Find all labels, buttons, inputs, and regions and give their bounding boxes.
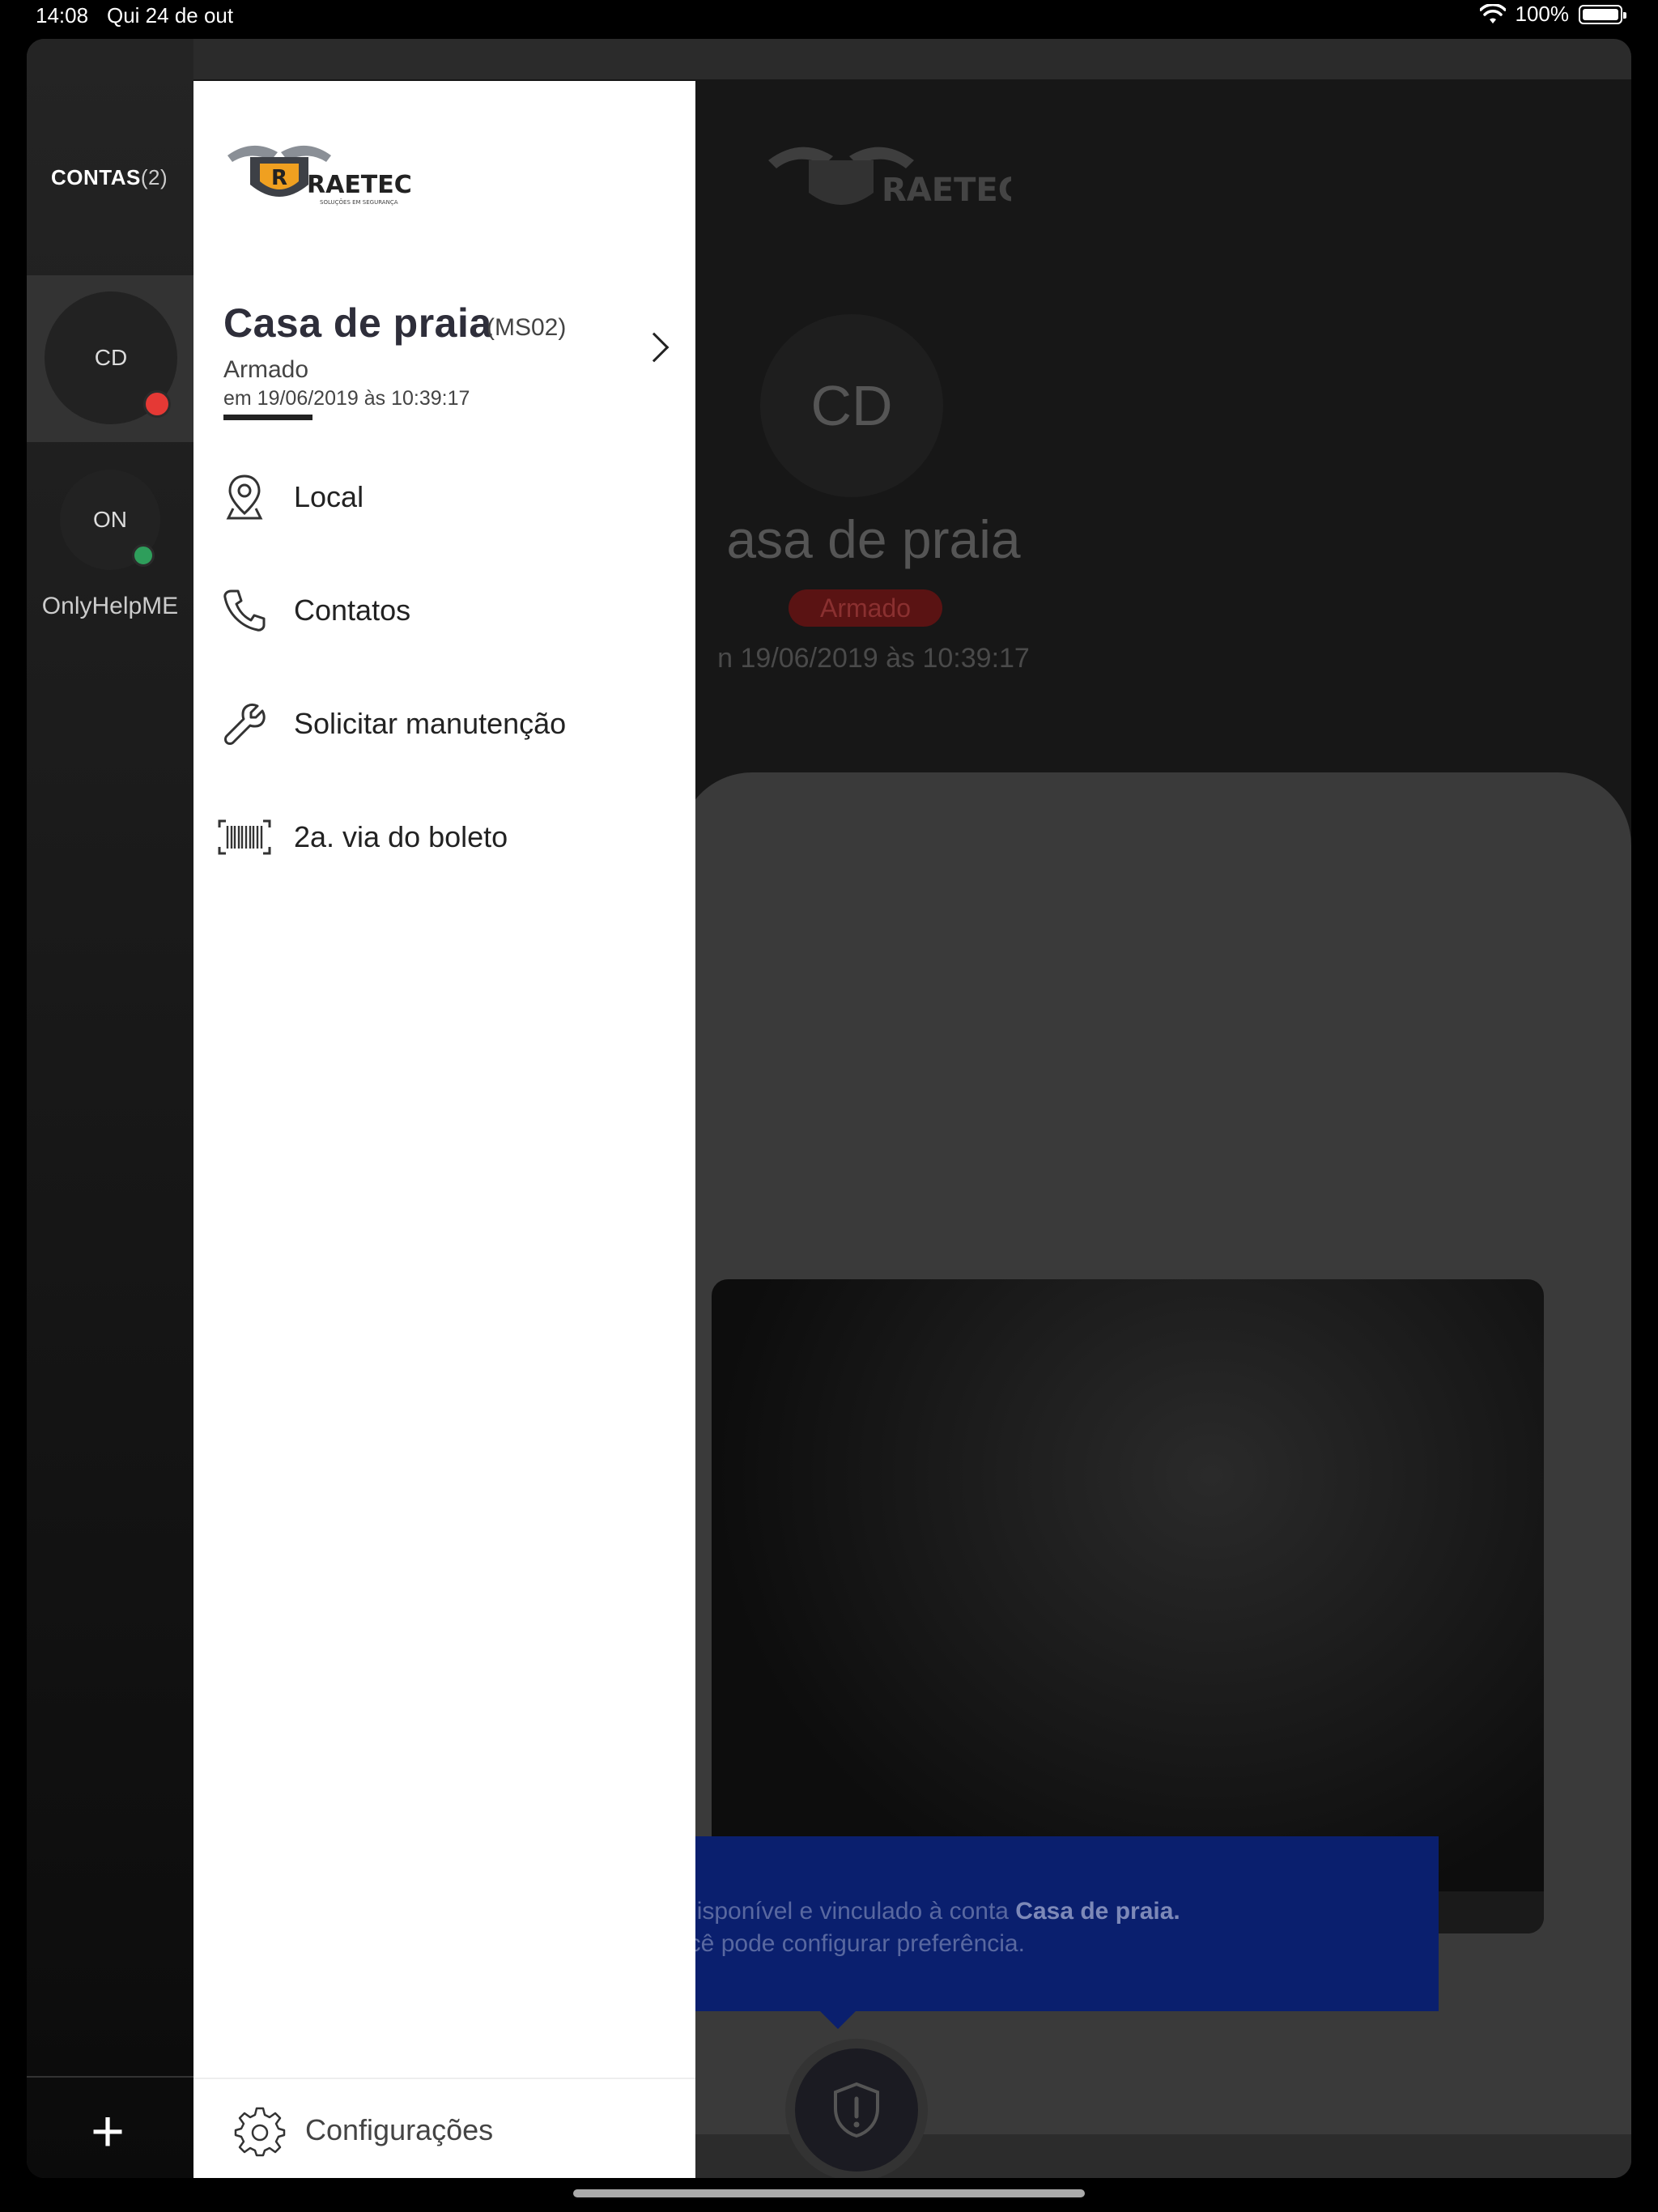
menu-item-boleto[interactable]: 2a. via do boleto bbox=[193, 789, 695, 886]
menu-item-label: 2a. via do boleto bbox=[294, 820, 508, 853]
barcode-icon bbox=[218, 810, 271, 864]
brand-logo-background: RAETEC bbox=[768, 147, 1011, 209]
settings-button[interactable]: Configurações bbox=[193, 2089, 695, 2170]
battery-percent: 100% bbox=[1515, 2, 1570, 26]
background-account-name: asa de praia bbox=[726, 509, 1021, 569]
menu-item-solicitar-manutencao[interactable]: Solicitar manutenção bbox=[193, 675, 695, 772]
status-bar: 14:08 Qui 24 de out 100% bbox=[0, 0, 1658, 32]
rail-divider bbox=[27, 2076, 193, 2078]
svg-text:RAETEC: RAETEC bbox=[882, 172, 1011, 209]
accounts-title: CONTAS(2) bbox=[51, 165, 168, 190]
home-indicator[interactable] bbox=[573, 2189, 1085, 2197]
menu-item-label: Local bbox=[294, 480, 364, 513]
account-status-dot-green bbox=[132, 544, 155, 567]
status-right: 100% bbox=[1479, 2, 1626, 27]
account-code: (MS02) bbox=[487, 314, 567, 341]
account-name-onlyhelpme[interactable]: OnlyHelpME bbox=[27, 593, 193, 620]
wrench-icon bbox=[218, 697, 271, 751]
tooltip-account-name: Casa de praia. bbox=[1015, 1898, 1180, 1925]
brand-name: RAETEC bbox=[307, 171, 412, 199]
account-name: Casa de praia bbox=[223, 300, 492, 346]
tooltip-line-2: você pode configurar preferência. bbox=[663, 1930, 1025, 1957]
accounts-title-label: CONTAS bbox=[51, 165, 141, 189]
accounts-count: (2) bbox=[140, 165, 168, 189]
camera-preview bbox=[712, 1279, 1544, 1933]
menu-item-contatos[interactable]: Contatos bbox=[193, 562, 695, 659]
panic-button[interactable] bbox=[795, 2048, 918, 2172]
menu-item-label: Contatos bbox=[294, 593, 411, 627]
tooltip-arrow bbox=[820, 2011, 856, 2029]
background-date: n 19/06/2019 às 10:39:17 bbox=[717, 643, 1030, 674]
brand-logo: R RAETEC SOLUÇÕES EM SEGURANÇA bbox=[227, 145, 412, 206]
add-account-button[interactable]: + bbox=[83, 2103, 132, 2161]
phone-icon bbox=[218, 584, 271, 637]
status-date: Qui 24 de out bbox=[107, 3, 234, 28]
account-status: Armado bbox=[223, 356, 309, 383]
settings-label: Configurações bbox=[305, 2113, 494, 2146]
battery-icon bbox=[1579, 4, 1626, 24]
background-avatar: CD bbox=[760, 314, 943, 497]
account-status-dot-red bbox=[143, 390, 171, 418]
chevron-right-icon[interactable] bbox=[639, 332, 670, 363]
menu-item-local[interactable]: Local bbox=[193, 449, 695, 546]
brand-tagline: SOLUÇÕES EM SEGURANÇA bbox=[320, 198, 398, 206]
drawer-divider bbox=[193, 2078, 695, 2079]
status-time: 14:08 bbox=[36, 3, 89, 28]
wifi-icon bbox=[1479, 3, 1506, 23]
background-status-badge: Armado bbox=[789, 589, 942, 627]
map-pin-icon bbox=[218, 470, 271, 524]
gear-icon bbox=[234, 2105, 286, 2157]
tooltip-line-1: á disponível e vinculado à conta Casa de… bbox=[663, 1898, 1180, 1925]
account-date: em 19/06/2019 às 10:39:17 bbox=[223, 387, 470, 410]
menu-item-label: Solicitar manutenção bbox=[294, 707, 567, 740]
shield-alert-icon bbox=[834, 2082, 879, 2138]
side-drawer: R RAETEC SOLUÇÕES EM SEGURANÇA Casa de p… bbox=[193, 81, 695, 2178]
account-underline bbox=[223, 415, 312, 420]
tooltip-line-1-text: á disponível e vinculado à conta bbox=[663, 1898, 1016, 1925]
svg-text:R: R bbox=[271, 166, 287, 190]
accounts-rail: CONTAS(2) CD ON OnlyHelpME + bbox=[27, 39, 193, 2178]
info-tooltip: á disponível e vinculado à conta Casa de… bbox=[663, 1836, 1439, 2011]
